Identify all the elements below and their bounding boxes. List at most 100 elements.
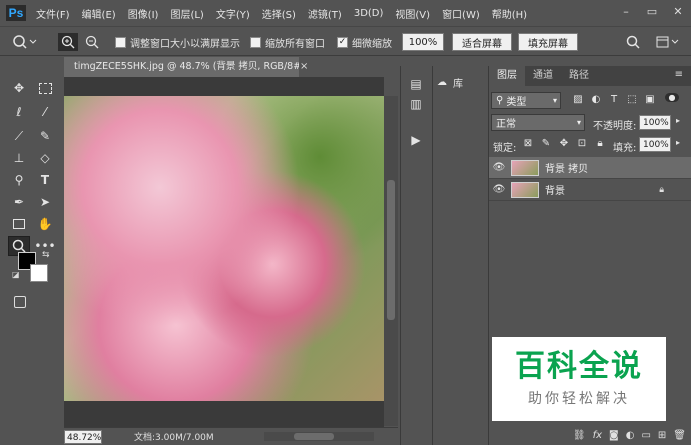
filter-shape-icon[interactable]: ⬚ [625, 94, 639, 105]
marquee-tool[interactable] [34, 78, 56, 98]
new-layer-icon[interactable]: ⊞ [658, 430, 666, 441]
path-select-tool[interactable]: ➤ [34, 192, 56, 212]
play-actions-icon[interactable]: ▶ [406, 130, 426, 150]
quick-mask-icon[interactable] [14, 296, 26, 308]
minimize-button[interactable]: – [613, 0, 639, 22]
background-color-swatch[interactable] [30, 264, 48, 282]
tab-close-icon[interactable]: × [300, 57, 308, 77]
opacity-field[interactable]: 100% [639, 115, 671, 130]
zoom-out-button[interactable] [82, 33, 102, 51]
zoom-all-checkbox[interactable] [250, 36, 261, 48]
swap-colors-icon[interactable]: ⇆ [42, 250, 50, 260]
menu-help[interactable]: 帮助(H) [492, 6, 527, 21]
eraser-tool[interactable]: ◇ [34, 148, 56, 168]
layer-filter-select[interactable]: ⚲ 类型 ▾ [491, 92, 561, 109]
lock-position-icon[interactable]: ✥ [557, 138, 571, 149]
opacity-dropdown-icon[interactable]: ▸ [676, 116, 680, 125]
menu-layer[interactable]: 图层(L) [170, 6, 203, 21]
menu-edit[interactable]: 编辑(E) [82, 6, 116, 21]
workspace-button[interactable] [656, 33, 682, 51]
chevron-down-icon: ▾ [576, 118, 581, 127]
history-panel-icon[interactable]: ▤ [406, 74, 426, 94]
delete-layer-icon[interactable]: 🗑︎ [673, 430, 686, 441]
options-bar: 调整窗口大小以满屏显示 缩放所有窗口 ✓ 细微缩放 100% 适合屏幕 填充屏幕 [0, 26, 691, 56]
document-info[interactable]: 文档:3.00M/7.00M [134, 430, 214, 443]
link-layers-icon[interactable]: ⛓ [573, 430, 586, 441]
zoom-all-option[interactable]: 缩放所有窗口 [250, 33, 325, 51]
horizontal-scroll-thumb[interactable] [294, 433, 334, 440]
stamp-tool[interactable]: ⊥ [8, 148, 30, 168]
vertical-scroll-thumb[interactable] [387, 180, 395, 320]
scrubby-zoom-checkbox[interactable]: ✓ [337, 36, 348, 48]
menu-3d[interactable]: 3D(D) [354, 8, 384, 19]
fill-field[interactable]: 100% [639, 137, 671, 152]
filter-toggle-icon[interactable]: ● [665, 93, 679, 102]
panel-strip-library: ☁ 库 [432, 66, 486, 445]
panel-menu-icon[interactable]: ≡ [675, 69, 683, 80]
gradient-tool[interactable]: ⚲ [8, 170, 30, 190]
hand-tool[interactable]: ✋ [34, 214, 56, 234]
pen-icon: ✒ [13, 195, 25, 209]
menu-filter[interactable]: 滤镜(T) [308, 6, 342, 21]
add-mask-icon[interactable]: ◙ [609, 430, 619, 441]
pen-tool[interactable]: ✒ [8, 192, 30, 212]
zoom-level-field[interactable]: 48.72% [64, 430, 102, 444]
zoom-tool-preset[interactable] [12, 33, 38, 51]
lock-all-icon[interactable]: 🔒︎ [593, 138, 607, 149]
tab-channels[interactable]: 通道 [525, 66, 561, 86]
scrubby-zoom-option[interactable]: ✓ 细微缩放 [337, 33, 392, 51]
eyedropper-tool[interactable]: ⟋ [8, 126, 30, 146]
library-panel-button[interactable]: ☁ 库 [437, 74, 463, 90]
cloud-icon: ☁ [437, 76, 447, 88]
layer-row[interactable]: 👁︎ 背景 🔒︎ [489, 179, 691, 201]
menu-select[interactable]: 选择(S) [262, 6, 296, 21]
filter-smart-object-icon[interactable]: ▣ [643, 94, 657, 105]
adjustment-layer-icon[interactable]: ◐ [626, 430, 635, 441]
zoom-100-button[interactable]: 100% [402, 33, 444, 51]
layer-style-button[interactable]: fx [593, 430, 602, 441]
filter-adjustment-icon[interactable]: ◐ [589, 94, 603, 105]
type-tool[interactable]: T [34, 170, 56, 190]
layer-row[interactable]: 👁︎ 背景 拷贝 [489, 157, 691, 179]
lock-pixels-icon[interactable]: ✎ [539, 138, 553, 149]
brush-tool[interactable]: ✎ [34, 126, 56, 146]
resize-windows-checkbox[interactable] [115, 36, 126, 48]
watermark: 百科全说 助你轻松解决 [492, 337, 666, 421]
filter-pixel-icon[interactable]: ▨ [571, 94, 585, 105]
rectangle-icon [13, 219, 25, 229]
magic-wand-tool[interactable]: ⁄ [34, 102, 56, 122]
menu-type[interactable]: 文字(Y) [216, 6, 250, 21]
lasso-tool[interactable]: ℓ [8, 102, 30, 122]
default-colors-icon[interactable]: ◪ [12, 270, 20, 279]
search-button[interactable] [626, 33, 640, 51]
visibility-eye-icon[interactable]: 👁︎ [489, 184, 509, 195]
close-button[interactable]: ✕ [665, 0, 691, 22]
blend-mode-select[interactable]: 正常 ▾ [491, 114, 585, 131]
tab-paths[interactable]: 路径 [561, 66, 597, 86]
menu-file[interactable]: 文件(F) [36, 6, 70, 21]
opacity-label: 不透明度: [593, 121, 637, 132]
restore-button[interactable]: ▭ [639, 0, 665, 22]
menu-view[interactable]: 视图(V) [395, 6, 430, 21]
filter-type-icon[interactable]: T [607, 94, 621, 105]
photoshop-logo: Ps [6, 5, 26, 21]
fill-screen-button[interactable]: 填充屏幕 [518, 33, 578, 51]
fill-dropdown-icon[interactable]: ▸ [676, 138, 680, 147]
fit-screen-button[interactable]: 适合屏幕 [452, 33, 512, 51]
new-group-icon[interactable]: ▭ [641, 430, 650, 441]
tab-layers[interactable]: 图层 [489, 66, 525, 86]
marquee-icon [38, 82, 52, 94]
lock-artboard-icon[interactable]: ⊡ [575, 138, 589, 149]
flower-image[interactable] [64, 96, 384, 401]
properties-panel-icon[interactable]: ▥ [406, 94, 426, 114]
lock-transparency-icon[interactable]: ⊠ [521, 138, 535, 149]
layer-thumbnail [511, 159, 539, 176]
zoom-in-button[interactable] [58, 33, 78, 51]
rectangle-tool[interactable] [8, 214, 30, 234]
menu-window[interactable]: 窗口(W) [442, 6, 480, 21]
document-tab[interactable]: timgZECE5SHK.jpg @ 48.7% (背景 拷贝, RGB/8#)… [64, 57, 299, 77]
visibility-eye-icon[interactable]: 👁︎ [489, 162, 509, 173]
menu-image[interactable]: 图像(I) [128, 6, 159, 21]
resize-windows-option[interactable]: 调整窗口大小以满屏显示 [115, 33, 240, 51]
move-tool[interactable]: ✥ [8, 78, 30, 98]
